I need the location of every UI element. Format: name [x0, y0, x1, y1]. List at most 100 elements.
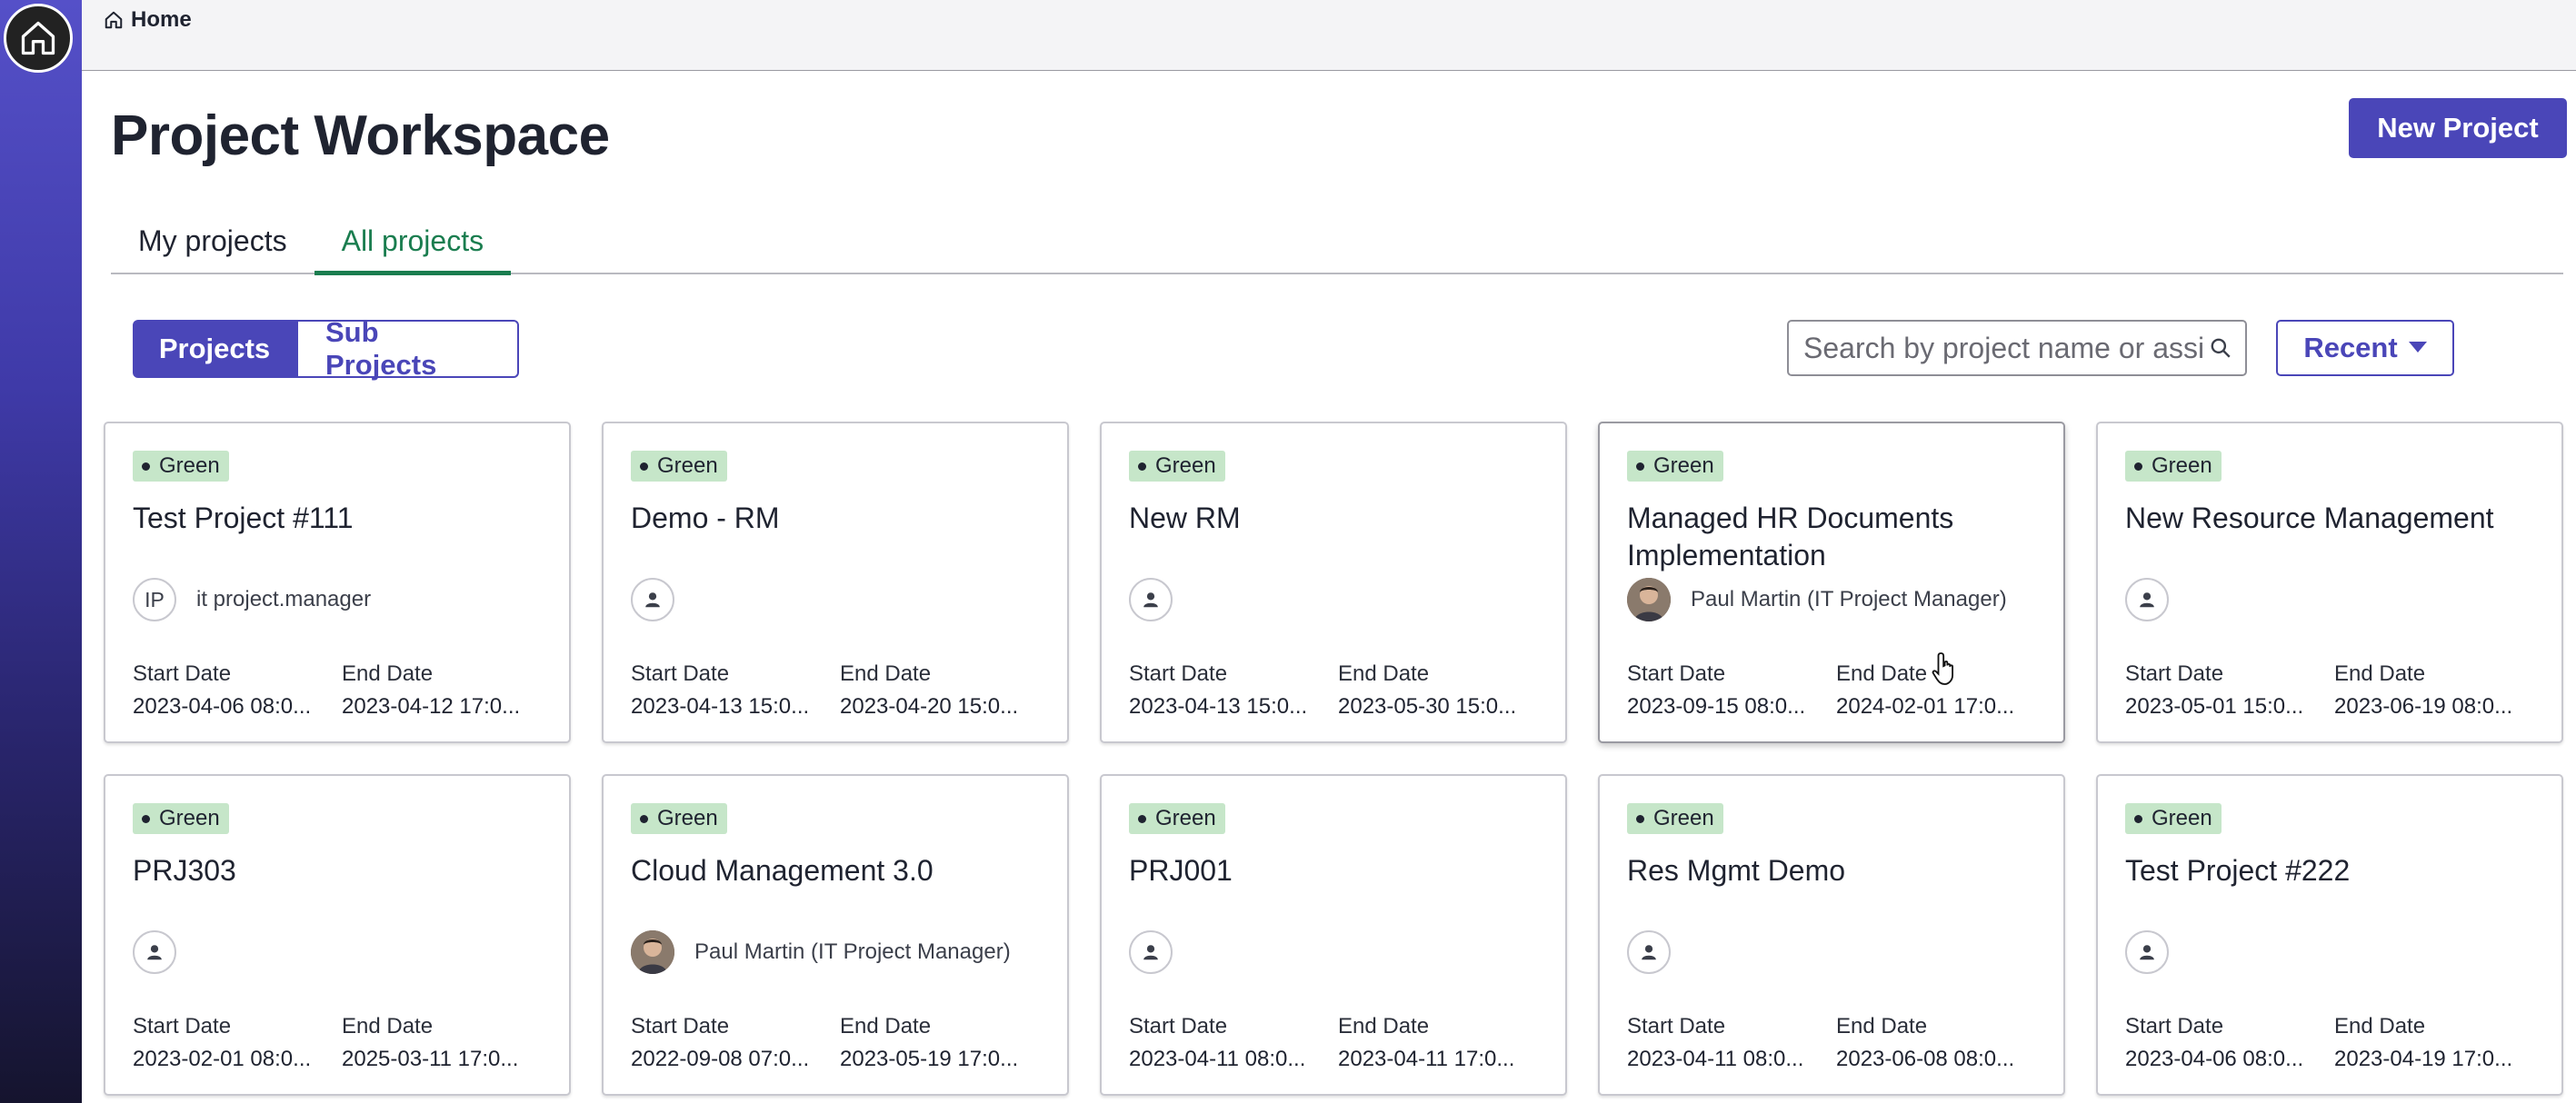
project-card[interactable]: Green Test Project #111 IP it project.ma…	[104, 422, 571, 743]
project-manager: Paul Martin (IT Project Manager)	[631, 930, 1011, 974]
status-dot	[1138, 814, 1146, 823]
side-rail	[0, 0, 82, 1103]
project-title[interactable]: Managed HR Documents Implementation	[1627, 500, 2040, 574]
project-manager	[2125, 578, 2169, 621]
status-label: Green	[1155, 806, 1216, 830]
end-date-label: End Date	[840, 1014, 932, 1038]
user-icon	[1642, 945, 1656, 960]
person-photo-icon	[1627, 578, 1671, 621]
sub-projects-toggle-button[interactable]: Sub Projects	[296, 316, 519, 381]
start-date-value: 2022-09-08 07:0...	[631, 1047, 810, 1071]
project-card[interactable]: Green Demo - RM Start Date 2023-04-13 15…	[602, 422, 1069, 743]
project-title[interactable]: PRJ001	[1129, 852, 1542, 889]
end-date-label: End Date	[342, 661, 434, 686]
breadcrumb-home[interactable]: Home	[131, 7, 192, 33]
manager-name: it project.manager	[196, 587, 372, 611]
project-title[interactable]: New RM	[1129, 500, 1542, 537]
status-badge: Green	[1129, 803, 1225, 834]
end-date-value: 2023-05-19 17:0...	[840, 1047, 1019, 1071]
status-badge: Green	[631, 451, 727, 482]
new-project-button[interactable]: New Project	[2349, 98, 2567, 158]
end-date-label: End Date	[1836, 1014, 1928, 1038]
end-date-value: 2023-04-11 17:0...	[1338, 1047, 1515, 1071]
end-date-value: 2023-05-30 15:0...	[1338, 694, 1517, 719]
project-manager	[1129, 930, 1173, 974]
status-badge: Green	[631, 803, 727, 834]
search-input[interactable]	[1803, 331, 2209, 365]
user-icon	[1143, 945, 1158, 960]
status-badge: Green	[2125, 803, 2222, 834]
manager-avatar	[1627, 930, 1671, 974]
status-label: Green	[657, 806, 718, 830]
start-date-value: 2023-04-11 08:0...	[1627, 1047, 1804, 1071]
end-date-value: 2025-03-11 17:0...	[342, 1047, 519, 1071]
status-dot	[1138, 462, 1146, 471]
status-badge: Green	[1627, 803, 1723, 834]
user-icon	[1143, 592, 1158, 608]
project-title[interactable]: PRJ303	[133, 852, 545, 889]
start-date-label: Start Date	[631, 1014, 730, 1038]
project-dates: Start Date 2023-04-13 15:0... End Date 2…	[1129, 661, 1547, 720]
start-date-value: 2023-04-06 08:0...	[133, 694, 312, 719]
person-photo-icon	[631, 930, 674, 974]
project-dates: Start Date 2023-05-01 15:0... End Date 2…	[2125, 661, 2543, 720]
project-dates: Start Date 2023-04-11 08:0... End Date 2…	[1627, 1014, 2045, 1072]
status-dot	[2134, 814, 2142, 823]
project-card[interactable]: Green PRJ001 Start Date 2023-04-11 08:0.…	[1100, 774, 1567, 1096]
status-dot	[1636, 462, 1644, 471]
home-icon	[21, 21, 55, 55]
project-title[interactable]: Test Project #222	[2125, 852, 2538, 889]
hand-cursor-icon	[1932, 652, 1954, 685]
start-date-label: Start Date	[1627, 661, 1726, 686]
sort-dropdown-label: Recent	[2303, 332, 2398, 363]
project-card[interactable]: Green Res Mgmt Demo Start Date 2023-04-1…	[1598, 774, 2065, 1096]
page-title: Project Workspace	[111, 104, 610, 167]
status-label: Green	[2152, 806, 2212, 830]
top-bar: Home	[82, 0, 2576, 71]
tab-all-projects[interactable]: All projects	[314, 224, 512, 275]
user-icon	[2140, 945, 2154, 960]
project-manager	[133, 930, 176, 974]
project-dates: Start Date 2022-09-08 07:0... End Date 2…	[631, 1014, 1049, 1072]
project-card[interactable]: Green New Resource Management Start Date…	[2096, 422, 2563, 743]
status-dot	[640, 814, 648, 823]
end-date-value: 2023-04-19 17:0...	[2334, 1047, 2513, 1071]
end-date-label: End Date	[840, 661, 932, 686]
manager-avatar	[1627, 578, 1671, 621]
status-label: Green	[2152, 453, 2212, 478]
home-button[interactable]	[4, 4, 73, 73]
project-title[interactable]: New Resource Management	[2125, 500, 2538, 537]
project-title[interactable]: Res Mgmt Demo	[1627, 852, 2040, 889]
project-manager: Paul Martin (IT Project Manager)	[1627, 578, 2007, 621]
end-date-value: 2023-04-20 15:0...	[840, 694, 1019, 719]
project-title[interactable]: Test Project #111	[133, 500, 545, 537]
project-card[interactable]: Green Test Project #222 Start Date 2023-…	[2096, 774, 2563, 1096]
project-title[interactable]: Demo - RM	[631, 500, 1043, 537]
start-date-value: 2023-04-06 08:0...	[2125, 1047, 2304, 1071]
project-card[interactable]: Green New RM Start Date 2023-04-13 15:0.…	[1100, 422, 1567, 743]
project-card[interactable]: Green PRJ303 Start Date 2023-02-01 08:0.…	[104, 774, 571, 1096]
search-icon[interactable]	[2209, 336, 2232, 360]
projects-toggle-button[interactable]: Projects	[133, 320, 296, 378]
project-manager	[2125, 930, 2169, 974]
project-manager: IP it project.manager	[133, 578, 371, 621]
user-icon	[147, 945, 162, 960]
start-date-value: 2023-04-11 08:0...	[1129, 1047, 1306, 1071]
project-card[interactable]: Green Managed HR Documents Implementatio…	[1598, 422, 2065, 743]
start-date-label: Start Date	[631, 661, 730, 686]
manager-avatar	[1129, 578, 1173, 621]
project-card[interactable]: Green Cloud Management 3.0 Paul Martin (…	[602, 774, 1069, 1096]
project-dates: Start Date 2023-04-06 08:0... End Date 2…	[2125, 1014, 2543, 1072]
tab-my-projects[interactable]: My projects	[111, 224, 315, 273]
manager-avatar: IP	[133, 578, 176, 621]
start-date-label: Start Date	[1129, 661, 1228, 686]
start-date-label: Start Date	[1627, 1014, 1726, 1038]
status-label: Green	[159, 453, 220, 478]
project-title[interactable]: Cloud Management 3.0	[631, 852, 1043, 889]
sort-dropdown[interactable]: Recent	[2276, 320, 2454, 376]
end-date-value: 2023-04-12 17:0...	[342, 694, 521, 719]
breadcrumb[interactable]: Home	[104, 7, 192, 33]
end-date-label: End Date	[2334, 1014, 2426, 1038]
start-date-value: 2023-02-01 08:0...	[133, 1047, 312, 1071]
manager-avatar	[631, 930, 674, 974]
